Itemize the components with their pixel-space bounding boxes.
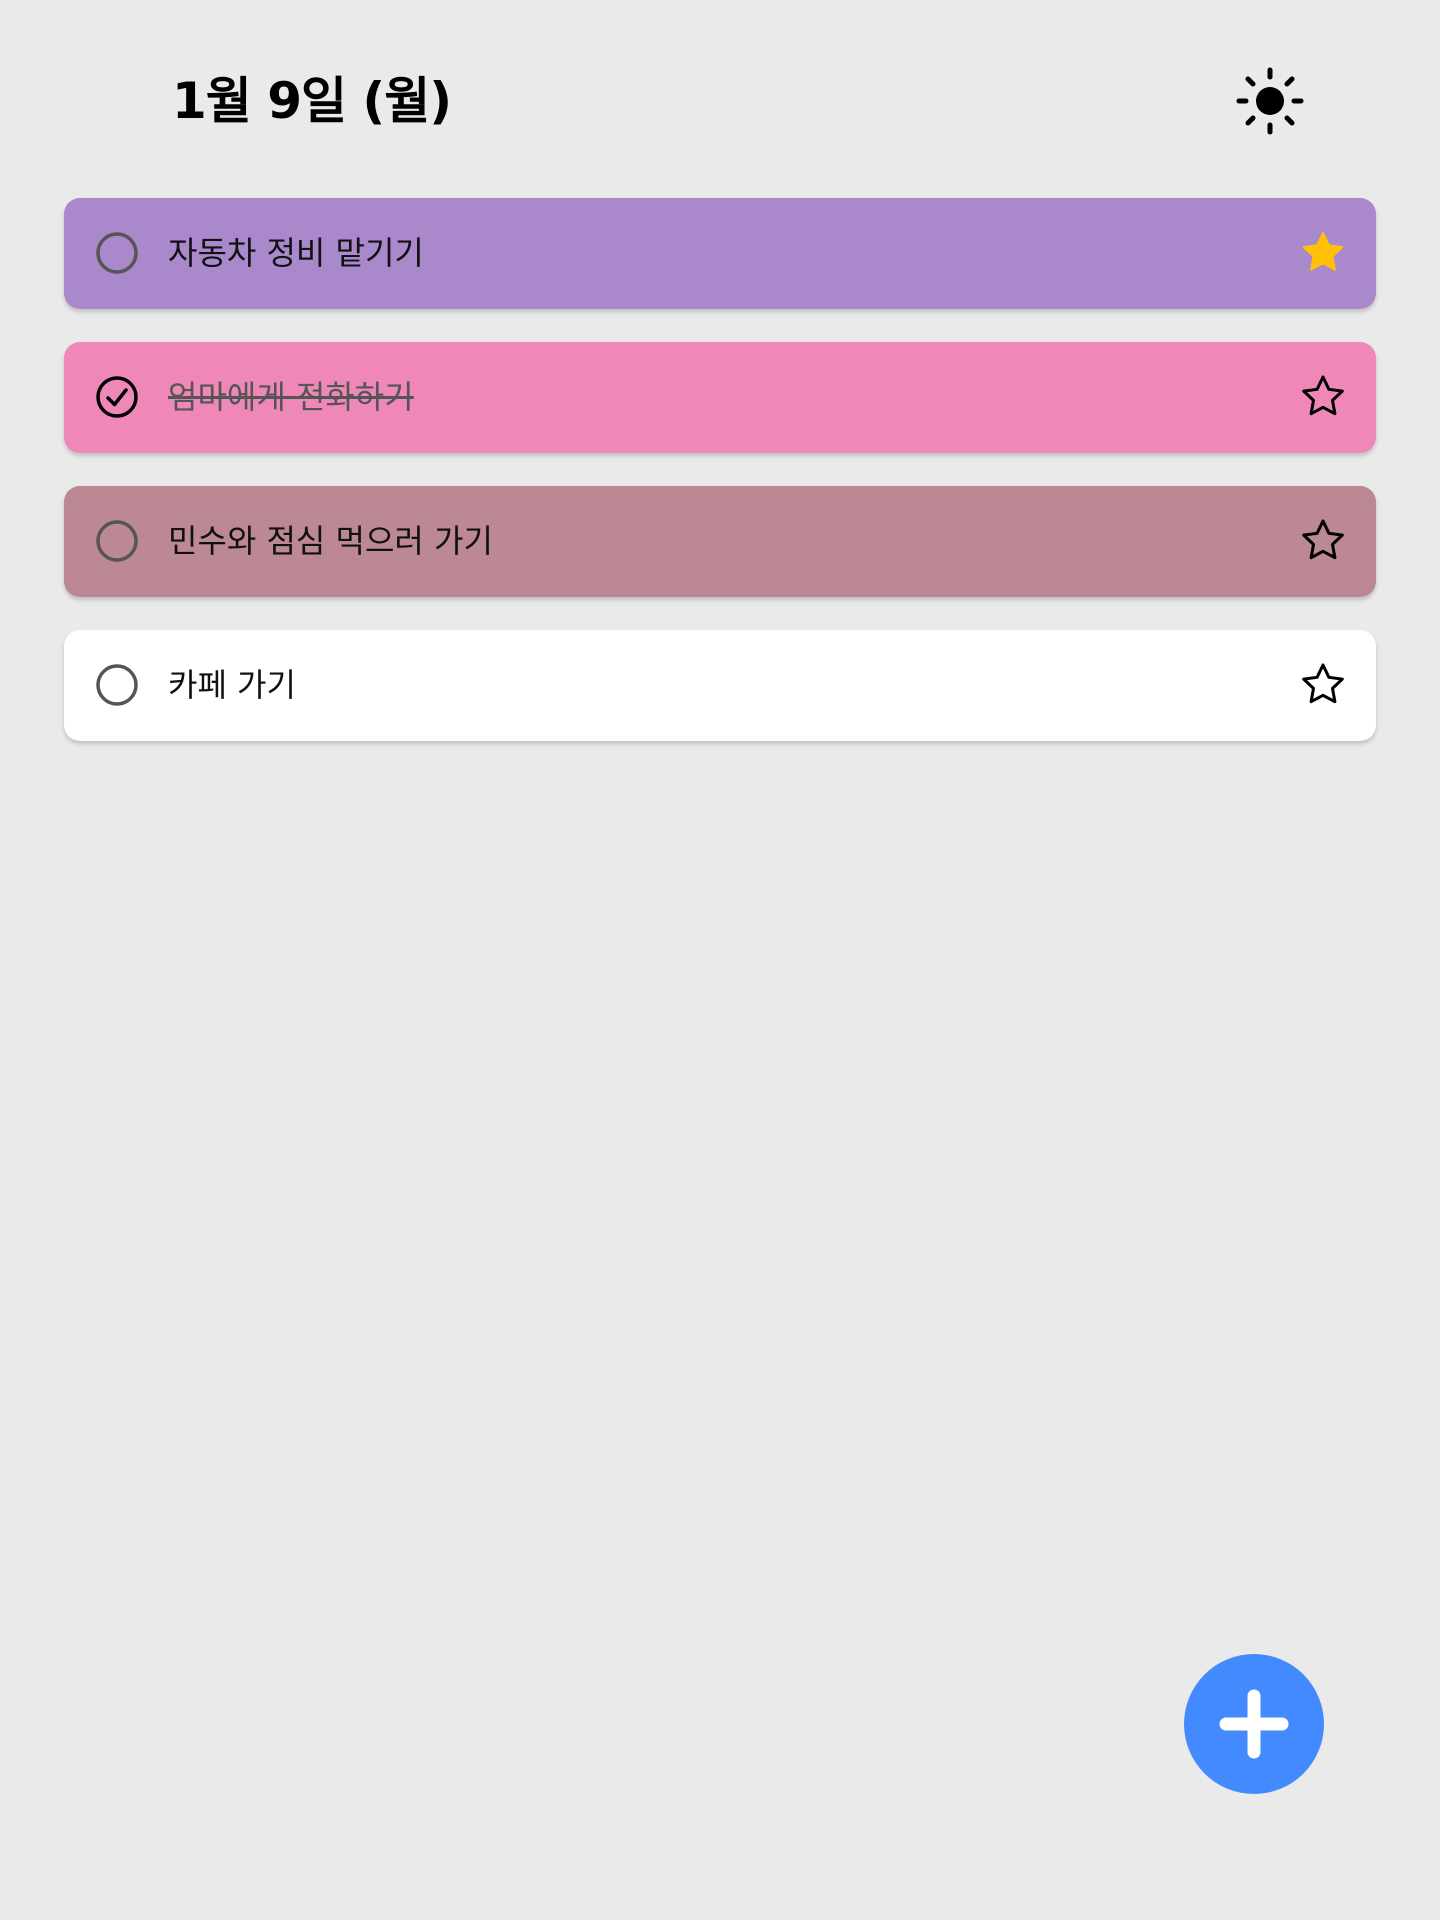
todo-text: 엄마에게 전화하기 bbox=[168, 378, 414, 416]
theme-toggle-button[interactable] bbox=[1235, 66, 1305, 136]
date-title: 1월 9일 (월) bbox=[172, 72, 452, 130]
plus-icon bbox=[1219, 1689, 1289, 1759]
complete-toggle[interactable] bbox=[94, 662, 140, 708]
star-outline-icon bbox=[1302, 375, 1344, 416]
add-todo-button[interactable] bbox=[1184, 1654, 1324, 1794]
check-circle-icon bbox=[96, 376, 138, 418]
todo-text: 자동차 정비 맡기기 bbox=[168, 234, 424, 272]
todo-item[interactable]: 카페 가기 bbox=[64, 630, 1376, 741]
favorite-toggle[interactable] bbox=[1298, 516, 1348, 566]
circle-icon bbox=[96, 520, 138, 562]
todo-item[interactable]: 엄마에게 전화하기 bbox=[64, 342, 1376, 453]
sun-icon bbox=[1236, 67, 1304, 135]
circle-icon bbox=[96, 232, 138, 274]
star-outline-icon bbox=[1302, 519, 1344, 560]
todo-list: 자동차 정비 맡기기 엄마에게 전화하기 민수와 점심 먹으러 가기 카페 가기 bbox=[64, 198, 1376, 774]
favorite-toggle[interactable] bbox=[1298, 660, 1348, 710]
circle-icon bbox=[96, 664, 138, 706]
favorite-toggle[interactable] bbox=[1298, 228, 1348, 278]
todo-text: 카페 가기 bbox=[168, 666, 296, 704]
complete-toggle[interactable] bbox=[94, 230, 140, 276]
todo-text: 민수와 점심 먹으러 가기 bbox=[168, 522, 493, 560]
complete-toggle[interactable] bbox=[94, 518, 140, 564]
star-outline-icon bbox=[1302, 663, 1344, 704]
header: 1월 9일 (월) bbox=[0, 0, 1440, 200]
favorite-toggle[interactable] bbox=[1298, 372, 1348, 422]
complete-toggle[interactable] bbox=[94, 374, 140, 420]
todo-item[interactable]: 민수와 점심 먹으러 가기 bbox=[64, 486, 1376, 597]
star-filled-icon bbox=[1302, 232, 1344, 271]
todo-item[interactable]: 자동차 정비 맡기기 bbox=[64, 198, 1376, 309]
